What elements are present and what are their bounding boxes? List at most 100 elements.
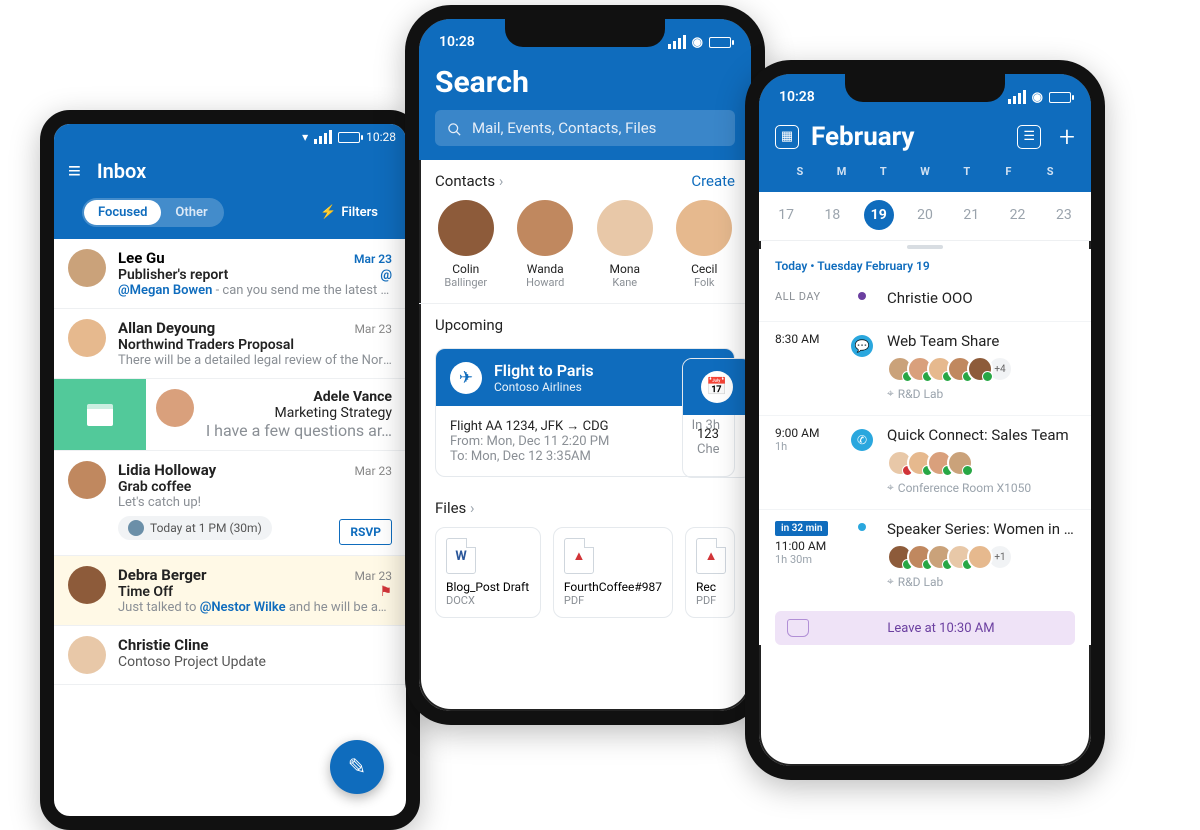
chat-icon: 💬 <box>851 335 873 357</box>
email-preview: Let's catch up! <box>118 495 392 510</box>
calendar-title[interactable]: February <box>811 122 915 152</box>
phone-icon: ✆ <box>851 429 873 451</box>
tab-focused[interactable]: Focused <box>84 200 161 225</box>
agenda-view-icon[interactable]: ☰ <box>1017 125 1041 149</box>
upcoming-section-header: Upcoming <box>419 304 751 338</box>
agenda-list[interactable]: Today • Tuesday February 19 ALL DAY Chri… <box>759 249 1091 645</box>
email-date: Mar 23 <box>354 569 392 583</box>
event-row[interactable]: 8:30 AM 💬 Web Team Share +4 ⌖R&D Lab <box>759 322 1091 416</box>
email-subject: Contoso Project Update <box>118 654 392 670</box>
bolt-icon: ⚡ <box>320 205 336 220</box>
email-item-swiped[interactable]: Adele Vance Marketing Strategy I have a … <box>54 379 406 451</box>
mention-icon: @ <box>380 268 392 283</box>
filters-button[interactable]: ⚡ Filters <box>320 205 378 220</box>
event-title: Quick Connect: Sales Team <box>887 426 1075 444</box>
event-time: 9:00 AM <box>775 426 837 440</box>
avatar <box>676 200 732 256</box>
leave-time-bar[interactable]: Leave at 10:30 AM <box>775 611 1075 645</box>
email-item[interactable]: Debra Berger Mar 23 Time Off ⚑ Just talk… <box>54 556 406 626</box>
contacts-section-header: Contacts › Create <box>419 160 751 200</box>
calendar-dot-icon <box>128 520 144 536</box>
email-item[interactable]: Lee Gu Mar 23 Publisher's report @ @Mega… <box>54 239 406 309</box>
battery-icon <box>338 132 360 143</box>
search-title: Search <box>435 59 735 110</box>
files-link[interactable]: Files › <box>435 499 475 517</box>
day-cell[interactable]: 17 <box>763 200 809 230</box>
phone-inbox: ▾ 10:28 ≡ Inbox Focused Other ⚡ Filters <box>40 110 420 830</box>
file-ext: PDF <box>564 594 662 607</box>
status-time: 10:28 <box>779 89 815 105</box>
rsvp-button[interactable]: RSVP <box>339 519 392 545</box>
event-row[interactable]: 9:00 AM 1h ✆ Quick Connect: Sales Team ⌖… <box>759 416 1091 510</box>
email-sender: Lidia Holloway <box>118 461 216 479</box>
file-card[interactable]: ▲ FourthCoffee#987 PDF <box>553 527 673 618</box>
pencil-icon: ✎ <box>348 755 366 780</box>
day-cell[interactable]: 20 <box>902 200 948 230</box>
email-list[interactable]: Lee Gu Mar 23 Publisher's report @ @Mega… <box>54 239 406 685</box>
file-name: Rec <box>696 580 724 594</box>
email-preview: I have a few questions ar… <box>206 421 392 440</box>
event-duration: 1h <box>775 440 837 453</box>
event-dot-icon <box>858 292 866 300</box>
signal-icon <box>314 130 332 144</box>
tab-other[interactable]: Other <box>161 200 221 225</box>
upcoming-card-peek[interactable]: 📅 123 Che <box>682 358 752 478</box>
day-cell[interactable]: 21 <box>948 200 994 230</box>
attendee-faces: +4 <box>887 356 1075 382</box>
contact-card[interactable]: Wanda Howard <box>515 200 577 289</box>
compose-fab[interactable]: ✎ <box>330 740 384 794</box>
email-item[interactable]: Christie Cline Contoso Project Update <box>54 626 406 685</box>
search-input[interactable]: Mail, Events, Contacts, Files <box>435 110 735 146</box>
menu-icon[interactable]: ≡ <box>68 158 81 184</box>
day-cell-selected[interactable]: 19 <box>856 200 902 230</box>
signal-icon <box>668 35 686 49</box>
avatar <box>68 566 106 604</box>
contacts-row[interactable]: Colin Ballinger Wanda Howard Mona Kane C… <box>419 200 751 304</box>
contact-card[interactable]: Mona Kane <box>594 200 656 289</box>
event-time: 11:00 AM <box>775 539 837 553</box>
status-time: 10:28 <box>366 130 396 144</box>
file-card[interactable]: ▲ Rec PDF <box>685 527 735 618</box>
archive-action[interactable] <box>54 379 146 450</box>
event-location: ⌖Conference Room X1050 <box>887 480 1075 495</box>
event-row[interactable]: in 32 min 11:00 AM 1h 30m Speaker Series… <box>759 510 1091 603</box>
file-name: Blog_Post Draft <box>446 580 530 594</box>
status-time: 10:28 <box>439 34 475 50</box>
phone-calendar: 10:28 ◉ ▦ February ☰ + <box>745 60 1105 780</box>
file-name: FourthCoffee#987 <box>564 580 662 594</box>
email-subject: Time Off <box>118 584 173 600</box>
contact-card[interactable]: Colin Ballinger <box>435 200 497 289</box>
avatar <box>68 319 106 357</box>
contact-card[interactable]: Cecil Folk <box>674 200 736 289</box>
event-row[interactable]: ALL DAY Christie OOO <box>759 279 1091 322</box>
day-cell[interactable]: 23 <box>1041 200 1087 230</box>
calendar-toggle-icon[interactable]: ▦ <box>775 125 799 149</box>
email-preview: @Megan Bowen - can you send me the lates… <box>118 283 392 298</box>
file-card[interactable]: W Blog_Post Draft DOCX <box>435 527 541 618</box>
avatar <box>517 200 573 256</box>
weekday-row: S M T W T F S <box>775 165 1075 184</box>
day-cell[interactable]: 22 <box>994 200 1040 230</box>
email-subject: Marketing Strategy <box>206 405 392 421</box>
email-date: Mar 23 <box>354 252 392 266</box>
event-time: 8:30 AM <box>775 332 837 401</box>
email-item[interactable]: Allan Deyoung Mar 23 Northwind Traders P… <box>54 309 406 379</box>
email-preview: Just talked to @Nestor Wilke and he will… <box>118 600 392 615</box>
avatar <box>68 461 106 499</box>
day-cell[interactable]: 18 <box>809 200 855 230</box>
allday-label: ALL DAY <box>775 290 821 303</box>
add-event-button[interactable]: + <box>1059 120 1075 153</box>
flag-icon: ⚑ <box>379 584 392 600</box>
calendar-icon: 📅 <box>701 371 733 403</box>
email-sender: Christie Cline <box>118 636 392 654</box>
meeting-chip[interactable]: Today at 1 PM (30m) <box>118 516 272 540</box>
email-date: Mar 23 <box>354 464 392 478</box>
create-contact-link[interactable]: Create <box>691 172 735 190</box>
flight-line: Flight AA 1234, JFK → CDG <box>450 418 608 434</box>
location-icon: ⌖ <box>887 480 894 495</box>
archive-icon <box>87 404 113 426</box>
inbox-tabs: Focused Other <box>82 198 224 227</box>
email-item[interactable]: Lidia Holloway Mar 23 Grab coffee Let's … <box>54 451 406 556</box>
search-placeholder: Mail, Events, Contacts, Files <box>472 119 656 137</box>
contacts-link[interactable]: Contacts › <box>435 172 503 190</box>
